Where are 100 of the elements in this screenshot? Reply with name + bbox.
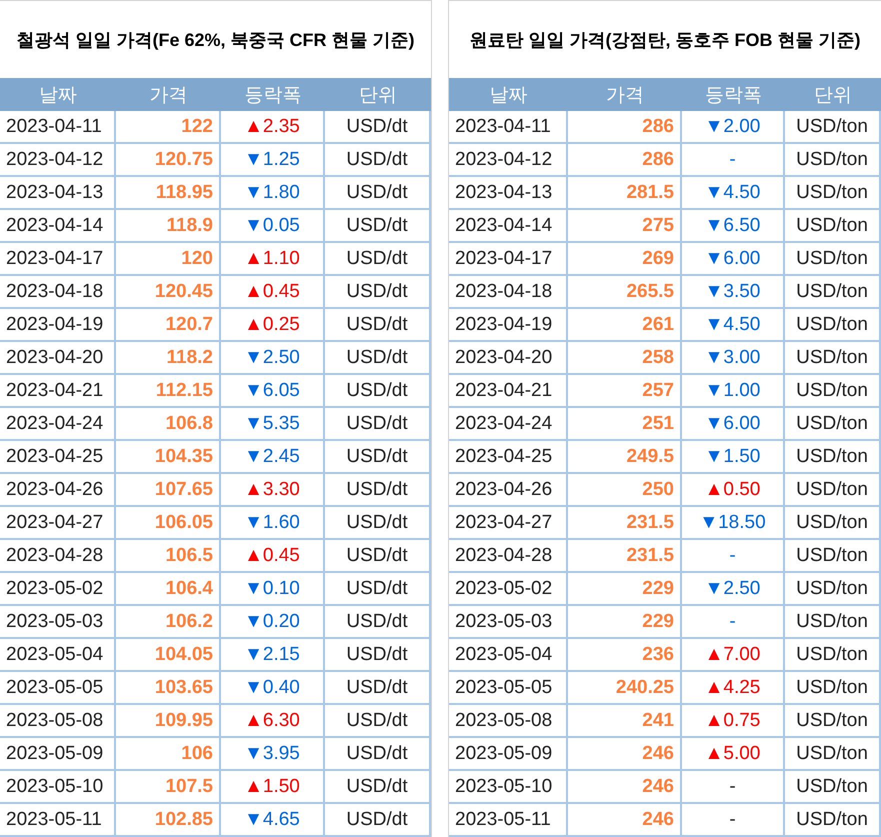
price-cell: 286 — [568, 111, 682, 144]
date-cell: 2023-04-26 — [449, 474, 568, 507]
price-cell: 103.65 — [116, 672, 221, 705]
change-cell: ▼2.15 — [221, 639, 325, 672]
unit-cell: USD/dt — [325, 144, 431, 177]
date-cell: 2023-04-17 — [0, 243, 116, 276]
price-cell: 246 — [568, 738, 682, 771]
unit-cell: USD/ton — [785, 738, 881, 771]
unit-cell: USD/dt — [325, 210, 431, 243]
date-cell: 2023-05-05 — [449, 672, 568, 705]
date-cell: 2023-05-04 — [0, 639, 116, 672]
unit-cell: USD/ton — [785, 309, 881, 342]
column-header: 가격 — [116, 78, 221, 111]
date-cell: 2023-05-10 — [449, 771, 568, 804]
date-cell: 2023-05-10 — [0, 771, 116, 804]
date-cell: 2023-04-14 — [449, 210, 568, 243]
unit-cell: USD/dt — [325, 111, 431, 144]
unit-cell: USD/ton — [785, 573, 881, 606]
unit-cell: USD/dt — [325, 375, 431, 408]
column-header: 단위 — [785, 78, 881, 111]
unit-cell: USD/dt — [325, 507, 431, 540]
change-cell: ▲0.50 — [682, 474, 785, 507]
unit-cell: USD/ton — [785, 144, 881, 177]
change-cell: ▲6.30 — [221, 705, 325, 738]
change-cell: ▼4.65 — [221, 804, 325, 837]
unit-cell: USD/ton — [785, 408, 881, 441]
unit-cell: USD/dt — [325, 573, 431, 606]
unit-cell: USD/ton — [785, 672, 881, 705]
change-cell: ▼1.80 — [221, 177, 325, 210]
change-cell: ▲5.00 — [682, 738, 785, 771]
change-cell: ▼2.00 — [682, 111, 785, 144]
unit-cell: USD/dt — [325, 276, 431, 309]
price-cell: 249.5 — [568, 441, 682, 474]
unit-cell: USD/ton — [785, 705, 881, 738]
change-cell: ▼2.50 — [221, 342, 325, 375]
price-cell: 120.75 — [116, 144, 221, 177]
price-cell: 109.95 — [116, 705, 221, 738]
unit-cell: USD/ton — [785, 507, 881, 540]
unit-cell: USD/ton — [785, 276, 881, 309]
change-cell: ▼6.00 — [682, 243, 785, 276]
date-cell: 2023-05-09 — [449, 738, 568, 771]
column-header: 등락폭 — [682, 78, 785, 111]
price-cell: 229 — [568, 606, 682, 639]
date-cell: 2023-05-02 — [0, 573, 116, 606]
unit-cell: USD/ton — [785, 243, 881, 276]
unit-cell: USD/ton — [785, 210, 881, 243]
price-cell: 120.45 — [116, 276, 221, 309]
date-cell: 2023-04-27 — [0, 507, 116, 540]
unit-cell: USD/ton — [785, 639, 881, 672]
date-cell: 2023-05-11 — [449, 804, 568, 837]
change-cell: ▼1.50 — [682, 441, 785, 474]
date-cell: 2023-04-24 — [0, 408, 116, 441]
unit-cell: USD/ton — [785, 771, 881, 804]
change-cell: - — [682, 540, 785, 573]
price-cell: 106.8 — [116, 408, 221, 441]
date-cell: 2023-05-09 — [0, 738, 116, 771]
change-cell: ▼1.25 — [221, 144, 325, 177]
price-cell: 118.2 — [116, 342, 221, 375]
date-cell: 2023-05-05 — [0, 672, 116, 705]
unit-cell: USD/ton — [785, 177, 881, 210]
unit-cell: USD/dt — [325, 474, 431, 507]
unit-cell: USD/dt — [325, 408, 431, 441]
change-cell: ▲3.30 — [221, 474, 325, 507]
date-cell: 2023-04-28 — [0, 540, 116, 573]
price-cell: 275 — [568, 210, 682, 243]
unit-cell: USD/dt — [325, 639, 431, 672]
unit-cell: USD/ton — [785, 474, 881, 507]
change-cell: ▼1.60 — [221, 507, 325, 540]
price-cell: 107.5 — [116, 771, 221, 804]
price-cell: 251 — [568, 408, 682, 441]
price-cell: 102.85 — [116, 804, 221, 837]
price-cell: 246 — [568, 771, 682, 804]
change-cell: ▲0.45 — [221, 276, 325, 309]
price-cell: 106.05 — [116, 507, 221, 540]
unit-cell: USD/ton — [785, 111, 881, 144]
date-cell: 2023-04-13 — [449, 177, 568, 210]
date-cell: 2023-05-03 — [0, 606, 116, 639]
date-cell: 2023-04-18 — [449, 276, 568, 309]
unit-cell: USD/dt — [325, 177, 431, 210]
date-cell: 2023-04-26 — [0, 474, 116, 507]
column-header: 날짜 — [449, 78, 568, 111]
price-cell: 122 — [116, 111, 221, 144]
change-cell: ▼3.00 — [682, 342, 785, 375]
price-cell: 112.15 — [116, 375, 221, 408]
change-cell: ▼1.00 — [682, 375, 785, 408]
date-cell: 2023-04-20 — [0, 342, 116, 375]
date-cell: 2023-04-25 — [449, 441, 568, 474]
change-cell: ▲0.25 — [221, 309, 325, 342]
date-cell: 2023-04-25 — [0, 441, 116, 474]
date-cell: 2023-04-18 — [0, 276, 116, 309]
unit-cell: USD/dt — [325, 672, 431, 705]
date-cell: 2023-04-17 — [449, 243, 568, 276]
date-cell: 2023-04-11 — [0, 111, 116, 144]
unit-cell: USD/dt — [325, 441, 431, 474]
unit-cell: USD/dt — [325, 606, 431, 639]
price-cell: 281.5 — [568, 177, 682, 210]
unit-cell: USD/ton — [785, 342, 881, 375]
date-cell: 2023-04-12 — [0, 144, 116, 177]
change-cell: ▼6.50 — [682, 210, 785, 243]
unit-cell: USD/ton — [785, 375, 881, 408]
